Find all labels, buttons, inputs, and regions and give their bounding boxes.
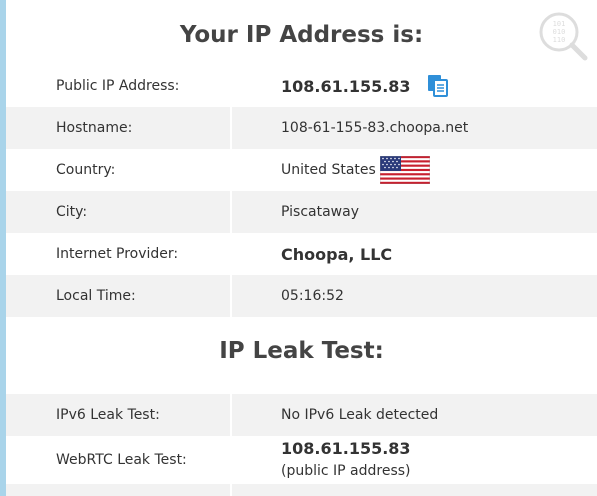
country-value-wrap: United States — [281, 149, 430, 191]
local-time-value: 05:16:52 — [281, 288, 344, 304]
row-partial — [6, 484, 597, 496]
column-divider — [230, 484, 232, 496]
row-hostname: Hostname: 108-61-155-83.choopa.net — [6, 107, 597, 149]
hostname-value: 108-61-155-83.choopa.net — [281, 120, 469, 136]
row-webrtc-leak: WebRTC Leak Test: 108.61.155.83 (public … — [6, 436, 597, 484]
local-time-label: Local Time: — [56, 288, 136, 304]
city-value: Piscataway — [281, 204, 359, 220]
column-divider — [230, 394, 232, 436]
public-ip-value-wrap: 108.61.155.83 — [281, 65, 449, 107]
webrtc-leak-label: WebRTC Leak Test: — [56, 452, 187, 468]
ip-info-panel: 101 010 110 Your IP Address is: Public I… — [6, 0, 597, 496]
webrtc-leak-value-wrap: 108.61.155.83 (public IP address) — [281, 436, 411, 484]
ipv6-leak-label: IPv6 Leak Test: — [56, 407, 160, 423]
column-divider — [230, 191, 232, 233]
country-value: United States — [281, 162, 376, 178]
country-label: Country: — [56, 162, 116, 178]
provider-value: Choopa, LLC — [281, 244, 393, 264]
ipv6-leak-value: No IPv6 Leak detected — [281, 407, 439, 423]
webrtc-leak-value: 108.61.155.83 — [281, 439, 411, 458]
row-local-time: Local Time: 05:16:52 — [6, 275, 597, 317]
hostname-label: Hostname: — [56, 120, 133, 136]
column-divider — [230, 275, 232, 317]
city-label: City: — [56, 204, 88, 220]
us-flag-icon — [379, 156, 430, 184]
ip-leak-heading: IP Leak Test: — [219, 338, 384, 364]
public-ip-label: Public IP Address: — [56, 78, 180, 94]
row-provider: Internet Provider: Choopa, LLC — [6, 233, 597, 275]
column-divider — [230, 107, 232, 149]
row-ipv6-leak: IPv6 Leak Test: No IPv6 Leak detected — [6, 394, 597, 436]
row-public-ip: Public IP Address: 108.61.155.83 — [6, 65, 597, 107]
ip-address-heading: Your IP Address is: — [179, 22, 424, 48]
provider-label: Internet Provider: — [56, 246, 179, 262]
webrtc-leak-note: (public IP address) — [281, 463, 411, 479]
row-city: City: Piscataway — [6, 191, 597, 233]
row-country: Country: United States — [6, 149, 597, 191]
public-ip-value[interactable]: 108.61.155.83 — [281, 77, 411, 96]
copy-icon[interactable] — [427, 74, 449, 98]
